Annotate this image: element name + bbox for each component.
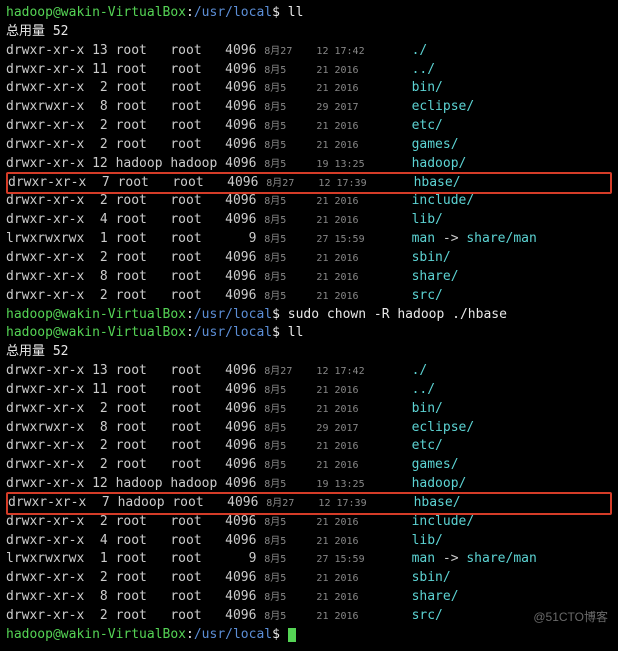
ls-row: drwxr-xr-x 2 root root 4096 8月5 21 2016 … — [6, 607, 612, 626]
watermark: @51CTO博客 — [533, 609, 608, 626]
ls-row: drwxr-xr-x 8 root root 4096 8月5 21 2016 … — [6, 588, 612, 607]
ls-row: drwxr-xr-x 2 root root 4096 8月5 21 2016 … — [6, 117, 612, 136]
terminal-output: hadoop@wakin-VirtualBox:/usr/local$ ll总用… — [6, 4, 612, 645]
ls-row: drwxrwxr-x 8 root root 4096 8月5 29 2017 … — [6, 419, 612, 438]
ls-row: drwxr-xr-x 2 root root 4096 8月5 21 2016 … — [6, 136, 612, 155]
ls-row: drwxr-xr-x 11 root root 4096 8月5 21 2016… — [6, 381, 612, 400]
prompt-line: hadoop@wakin-VirtualBox:/usr/local$ sudo… — [6, 306, 612, 325]
ls-row: drwxr-xr-x 2 root root 4096 8月5 21 2016 … — [6, 400, 612, 419]
prompt-line: hadoop@wakin-VirtualBox:/usr/local$ ll — [6, 4, 612, 23]
ls-row: drwxr-xr-x 4 root root 4096 8月5 21 2016 … — [6, 532, 612, 551]
ls-row: drwxr-xr-x 2 root root 4096 8月5 21 2016 … — [6, 513, 612, 532]
ls-row: drwxr-xr-x 11 root root 4096 8月5 21 2016… — [6, 61, 612, 80]
ls-row: drwxr-xr-x 13 root root 4096 8月27 12 17:… — [6, 362, 612, 381]
ls-row: drwxr-xr-x 7 root root 4096 8月27 12 17:3… — [6, 172, 612, 195]
ls-row: drwxr-xr-x 12 hadoop hadoop 4096 8月5 19 … — [6, 155, 612, 174]
ls-row: drwxr-xr-x 2 root root 4096 8月5 21 2016 … — [6, 456, 612, 475]
ls-row: drwxr-xr-x 2 root root 4096 8月5 21 2016 … — [6, 437, 612, 456]
ls-row: drwxr-xr-x 8 root root 4096 8月5 21 2016 … — [6, 268, 612, 287]
cursor — [288, 628, 296, 642]
prompt-line[interactable]: hadoop@wakin-VirtualBox:/usr/local$ — [6, 626, 612, 645]
ls-row: drwxr-xr-x 4 root root 4096 8月5 21 2016 … — [6, 211, 612, 230]
ls-row: drwxr-xr-x 2 root root 4096 8月5 21 2016 … — [6, 287, 612, 306]
total-line: 总用量 52 — [6, 343, 612, 362]
ls-row: drwxr-xr-x 2 root root 4096 8月5 21 2016 … — [6, 569, 612, 588]
ls-row: drwxr-xr-x 7 hadoop root 4096 8月27 12 17… — [6, 492, 612, 515]
total-line: 总用量 52 — [6, 23, 612, 42]
ls-row: drwxr-xr-x 2 root root 4096 8月5 21 2016 … — [6, 79, 612, 98]
prompt-line: hadoop@wakin-VirtualBox:/usr/local$ ll — [6, 324, 612, 343]
ls-row: drwxr-xr-x 2 root root 4096 8月5 21 2016 … — [6, 249, 612, 268]
ls-row: lrwxrwxrwx 1 root root 9 8月5 27 15:59 ma… — [6, 230, 612, 249]
ls-row: drwxr-xr-x 13 root root 4096 8月27 12 17:… — [6, 42, 612, 61]
terminal[interactable]: { "prompt": {"user":"hadoop","host":"wak… — [0, 0, 618, 649]
ls-row: drwxrwxr-x 8 root root 4096 8月5 29 2017 … — [6, 98, 612, 117]
ls-row: drwxr-xr-x 2 root root 4096 8月5 21 2016 … — [6, 192, 612, 211]
ls-row: lrwxrwxrwx 1 root root 9 8月5 27 15:59 ma… — [6, 550, 612, 569]
